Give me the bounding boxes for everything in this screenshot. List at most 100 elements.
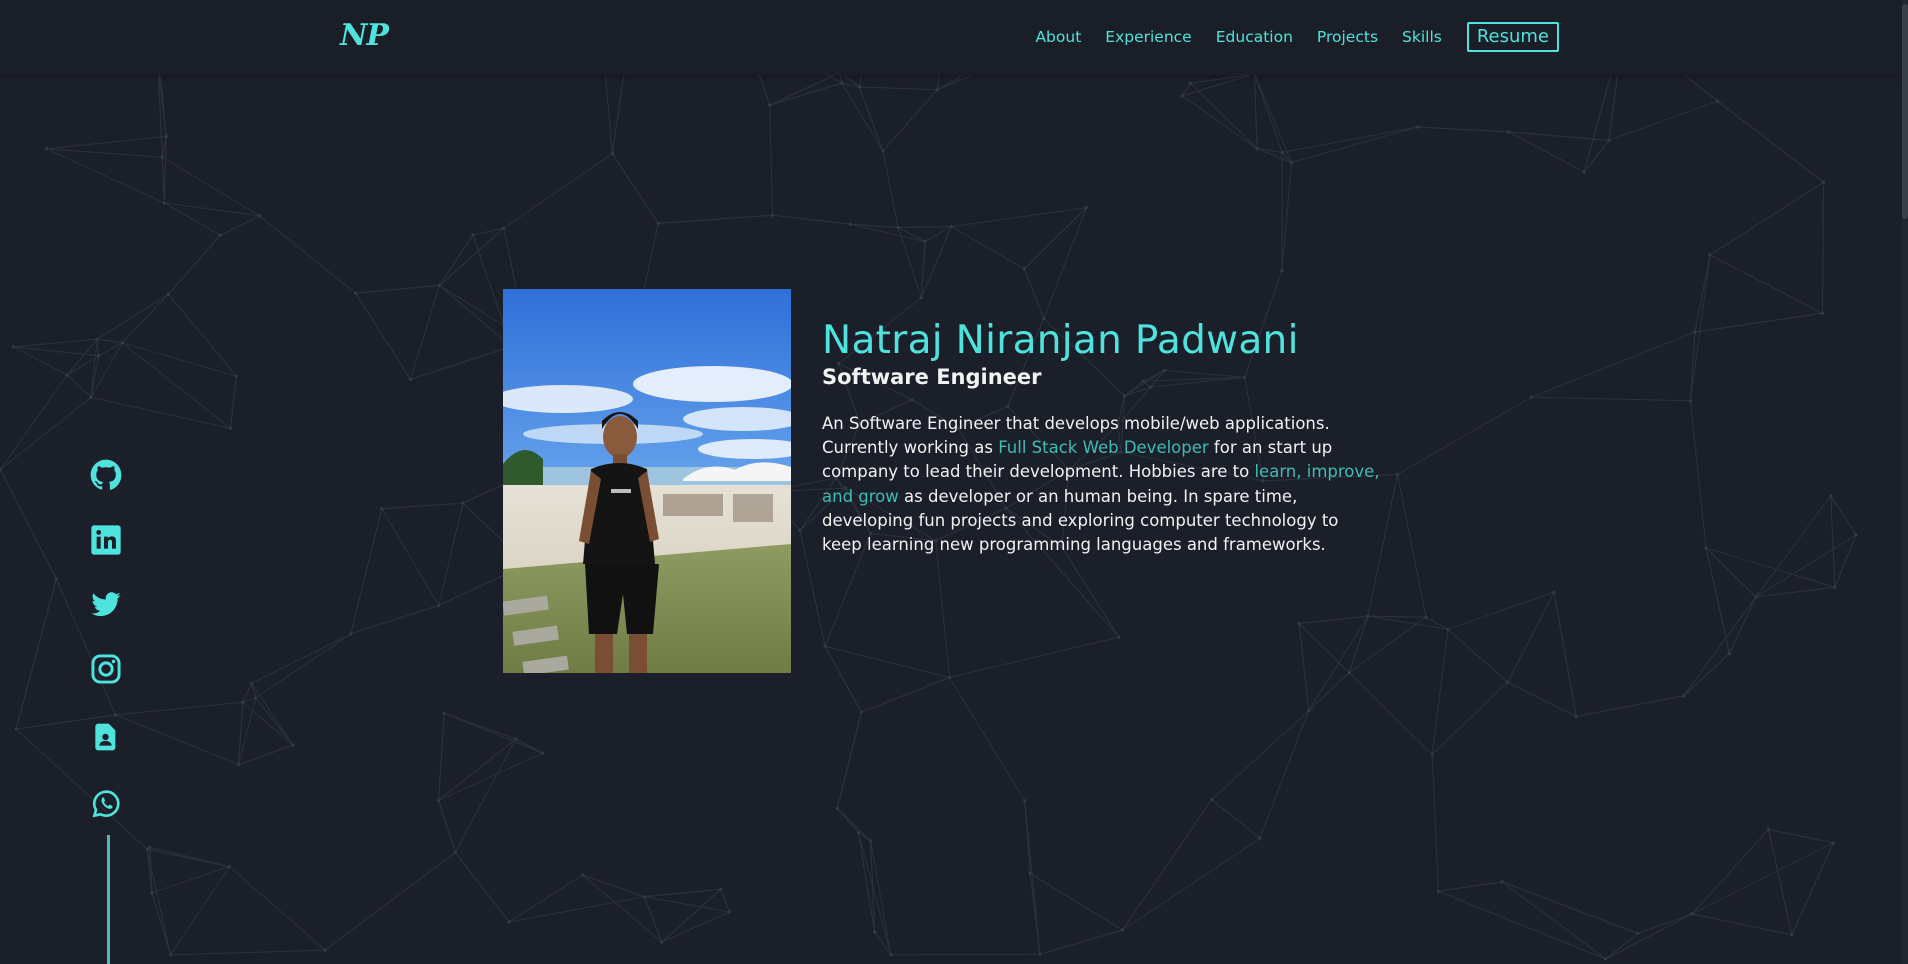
instagram-link[interactable] [90, 653, 122, 685]
nav-skills[interactable]: Skills [1402, 28, 1442, 46]
network-line [1553, 592, 1577, 717]
network-node [656, 221, 660, 226]
network-node [1636, 931, 1640, 936]
profile-photo [503, 289, 791, 673]
network-line [769, 105, 774, 216]
network-node [169, 953, 173, 957]
network-node [1727, 651, 1732, 656]
network-line [1605, 913, 1693, 960]
network-line [66, 374, 92, 398]
network-line [229, 866, 326, 951]
network-node [935, 88, 940, 92]
network-line [161, 156, 260, 217]
network-line [454, 851, 510, 923]
network-node [442, 711, 446, 715]
network-node [1297, 622, 1301, 626]
network-line [859, 86, 938, 91]
network-line [1181, 95, 1258, 149]
network-node [610, 151, 614, 156]
network-node [835, 806, 839, 810]
network-line [350, 508, 383, 635]
nav-experience[interactable]: Experience [1105, 28, 1191, 46]
network-node [873, 930, 877, 934]
network-node [1682, 694, 1686, 698]
network-node [1258, 836, 1262, 840]
network-line [858, 86, 884, 152]
network-line [13, 346, 99, 357]
network-node [14, 727, 18, 731]
network-node [160, 155, 164, 159]
network-line [255, 697, 294, 746]
nav-projects[interactable]: Projects [1317, 28, 1378, 46]
twitter-link[interactable] [90, 589, 122, 621]
network-node [1693, 330, 1697, 334]
network-line [438, 738, 517, 802]
network-line [890, 953, 1041, 956]
network-line [66, 338, 98, 376]
network-line [1694, 254, 1711, 333]
network-node [1180, 94, 1184, 98]
network-line [170, 949, 326, 956]
github-link[interactable] [90, 459, 122, 491]
scrollbar-thumb[interactable] [1902, 4, 1908, 219]
network-node [461, 501, 465, 505]
network-line [229, 376, 237, 429]
network-line [582, 874, 663, 943]
linkedin-icon [91, 525, 121, 555]
network-line [1211, 799, 1261, 839]
network-node [1821, 180, 1826, 184]
network-node [1552, 590, 1556, 594]
network-node [1766, 827, 1771, 832]
network-node [1500, 880, 1504, 884]
nav-education[interactable]: Education [1216, 28, 1293, 46]
network-line [1728, 596, 1757, 654]
network-node [889, 953, 893, 957]
network-node [436, 799, 441, 803]
network-line [1608, 100, 1718, 141]
network-line [1821, 182, 1824, 314]
network-line [1024, 800, 1031, 874]
network-node [1307, 709, 1311, 713]
resume-document-link[interactable] [90, 721, 122, 753]
resume-button[interactable]: Resume [1466, 22, 1559, 52]
network-node [228, 426, 233, 430]
network-line [355, 292, 411, 380]
network-line [151, 866, 230, 894]
network-line [1692, 913, 1792, 936]
network-node [89, 395, 93, 400]
network-line [97, 338, 123, 344]
network-node [1582, 170, 1586, 174]
network-line [644, 888, 721, 898]
network-node [923, 240, 927, 244]
logo[interactable]: NP [340, 18, 389, 53]
network-line [1282, 126, 1418, 153]
network-node [1395, 472, 1400, 476]
network-node [1754, 595, 1758, 599]
network-node [65, 373, 69, 377]
network-node [97, 354, 101, 358]
whatsapp-link[interactable] [90, 788, 122, 820]
network-node [1416, 125, 1420, 129]
nav-about[interactable]: About [1035, 28, 1081, 46]
network-node [949, 225, 953, 229]
network-line [898, 226, 952, 229]
network-line [1431, 629, 1449, 755]
network-line [1689, 254, 1711, 401]
network-line [15, 728, 148, 850]
network-line [381, 508, 440, 606]
network-line [1438, 890, 1606, 960]
network-line [857, 832, 892, 955]
network-line [1705, 547, 1730, 654]
linkedin-link[interactable] [90, 524, 122, 556]
network-line [444, 712, 543, 754]
network-line [1190, 82, 1258, 149]
network-line [1182, 73, 1255, 97]
network-line [164, 202, 260, 217]
network-line [1576, 695, 1684, 717]
twitter-icon [91, 592, 121, 617]
network-node [798, 528, 802, 533]
network-line [769, 72, 841, 106]
network-node [1038, 952, 1042, 956]
network-line [772, 214, 851, 225]
network-line [251, 683, 294, 746]
